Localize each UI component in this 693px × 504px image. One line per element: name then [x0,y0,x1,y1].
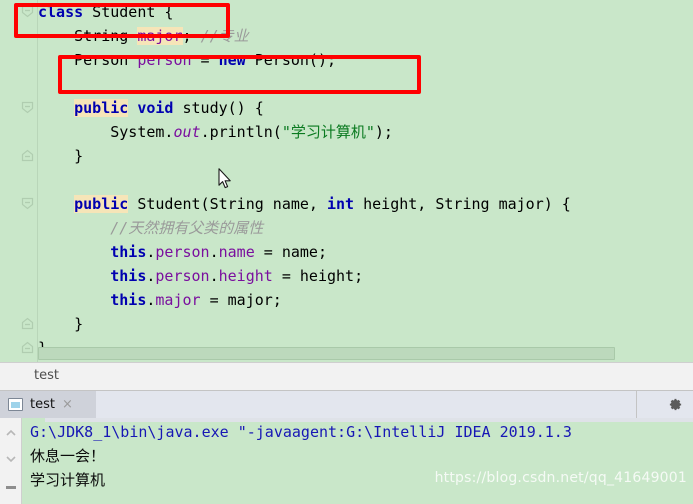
editor-horizontal-scrollbar[interactable] [38,347,615,360]
run-console[interactable]: G:\JDK8_1\bin\java.exe "-javaagent:G:\In… [0,418,693,504]
code-token: study() { [173,99,264,117]
editor-left-strip [0,0,16,362]
code-line[interactable]: } [38,312,693,336]
scroll-up-icon[interactable] [4,426,18,440]
code-token: .println( [200,123,282,141]
code-line[interactable]: } [38,144,693,168]
code-token: System. [38,123,174,141]
code-content[interactable]: class Student { String major; //专业 Perso… [38,0,693,360]
code-token: name [218,243,255,261]
console-line: G:\JDK8_1\bin\java.exe "-javaagent:G:\In… [30,423,572,441]
editor-gutter[interactable] [16,0,38,362]
code-token: . [209,243,219,261]
code-token: class [38,3,84,21]
run-tab-label: test [30,397,55,412]
console-line: 学习计算机 [30,471,106,489]
code-token: height [218,267,273,285]
code-line[interactable]: System.out.println("学习计算机"); [38,120,693,144]
code-token: public [74,195,129,213]
code-token: person [137,51,192,69]
console-output: G:\JDK8_1\bin\java.exe "-javaagent:G:\In… [30,420,693,492]
code-token: = major; [200,291,282,309]
code-token: //专业 [200,27,249,45]
code-token: = height; [272,267,364,285]
fold-expand-icon[interactable] [21,149,34,162]
code-token: new [218,51,246,69]
code-token: major [155,291,201,309]
breadcrumb-item-test[interactable]: test [34,368,59,383]
code-token: String [38,27,138,45]
code-token: = [191,51,219,69]
code-token: = name; [254,243,327,261]
code-line[interactable] [38,72,693,96]
code-token: ; [182,27,201,45]
breadcrumb-bar: test [0,362,693,390]
code-token: } [38,315,84,333]
code-token: //天然拥有父类的属性 [110,219,264,237]
fold-collapse-icon[interactable] [21,5,34,18]
fold-collapse-icon[interactable] [21,101,34,114]
code-line[interactable]: String major; //专业 [38,24,693,48]
fold-expand-icon[interactable] [21,341,34,354]
code-line[interactable] [38,168,693,192]
soft-wrap-icon[interactable] [4,480,18,494]
code-token: person [155,243,210,261]
code-line[interactable]: this.major = major; [38,288,693,312]
code-token: out [173,123,201,141]
close-icon[interactable]: × [62,398,73,411]
code-line[interactable]: this.person.name = name; [38,240,693,264]
code-token: Person [38,51,138,69]
run-tab-test[interactable]: test × [0,391,96,418]
code-token: person [155,267,210,285]
code-token: height, String major) { [354,195,571,213]
code-line[interactable]: //天然拥有父类的属性 [38,216,693,240]
code-token: Student(String name, [128,195,327,213]
code-token: } [38,147,84,165]
code-token: Student { [83,3,174,21]
ide-screenshot: class Student { String major; //专业 Perso… [0,0,693,504]
run-tool-tabbar: test × [0,390,693,418]
code-line[interactable]: class Student { [38,0,693,24]
code-token: major [137,27,183,45]
code-editor[interactable]: class Student { String major; //专业 Perso… [0,0,693,362]
code-line[interactable]: public Student(String name, int height, … [38,192,693,216]
code-line[interactable]: this.person.height = height; [38,264,693,288]
code-token: int [327,195,355,213]
code-line[interactable]: Person person = new Person(); [38,48,693,72]
code-token: this [110,267,147,285]
console-toolbar[interactable] [0,418,22,504]
code-token: . [209,267,219,285]
code-line[interactable]: public void study() { [38,96,693,120]
code-token: void [137,99,174,117]
console-line: 休息一会！ [30,447,106,465]
fold-expand-icon[interactable] [21,317,34,330]
code-token: public [74,99,129,117]
code-token: ); [374,123,393,141]
fold-collapse-icon[interactable] [21,197,34,210]
console-window-icon [8,398,23,411]
tabbar-divider [636,391,637,418]
scroll-down-icon[interactable] [4,452,18,466]
gear-icon[interactable] [668,397,683,412]
code-token: this [110,243,147,261]
code-token: "学习计算机" [281,123,375,141]
code-token: this [110,291,147,309]
code-token: Person(); [245,51,337,69]
